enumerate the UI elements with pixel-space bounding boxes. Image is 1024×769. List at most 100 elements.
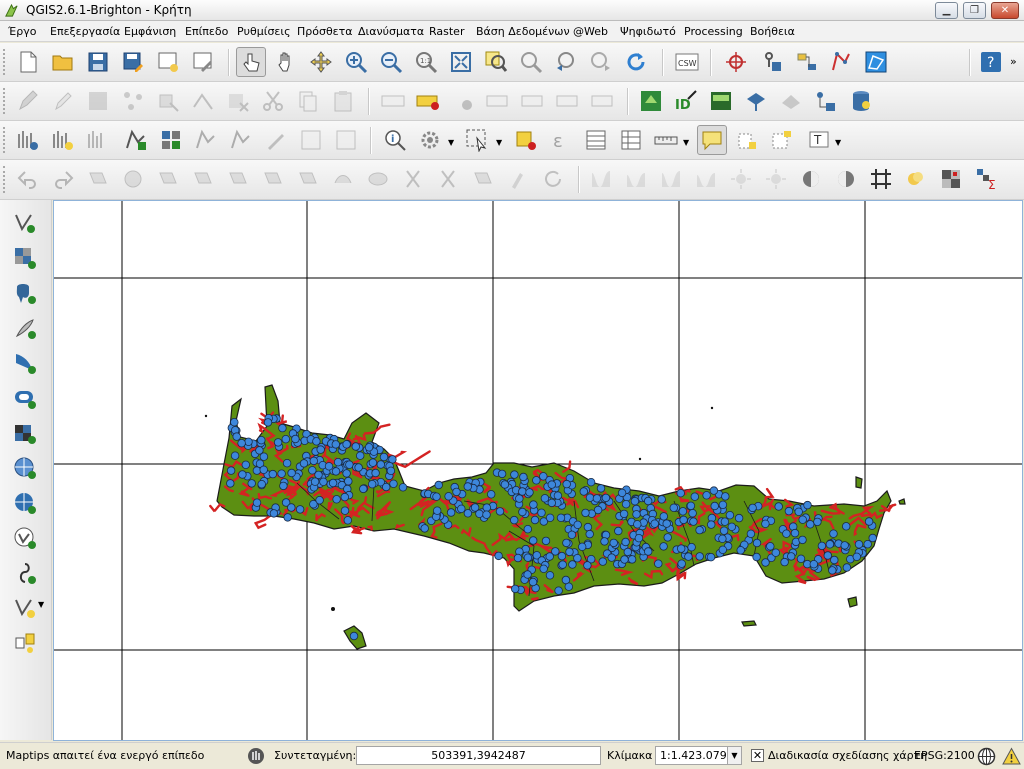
heat-map-layer-icon[interactable] <box>776 86 806 116</box>
remove-layer-icon[interactable] <box>296 125 326 155</box>
close-button[interactable]: ✕ <box>991 2 1019 19</box>
menu-raster[interactable]: Raster <box>429 25 464 38</box>
label-show-hide-icon[interactable] <box>448 86 478 116</box>
render-checkbox[interactable]: ✕ <box>751 749 764 762</box>
coordinate-field[interactable]: 503391,3942487 <box>356 746 601 765</box>
zoom-to-layer-icon[interactable] <box>516 47 546 77</box>
gpx-icon[interactable] <box>588 86 618 116</box>
coordinate-toggle-icon[interactable] <box>247 747 265 765</box>
refresh-icon[interactable] <box>621 47 651 77</box>
duplicate-layer-icon[interactable] <box>331 125 361 155</box>
new-gpx-icon[interactable] <box>156 125 186 155</box>
field-calculator-icon[interactable] <box>261 125 291 155</box>
transparency-icon[interactable] <box>796 164 826 194</box>
simplify-icon[interactable] <box>118 164 148 194</box>
new-memory-icon[interactable] <box>191 125 221 155</box>
grid-icon[interactable] <box>866 164 896 194</box>
add-wms-icon[interactable] <box>10 453 40 483</box>
minimize-button[interactable]: ▁ <box>935 2 958 19</box>
offset-curve-icon[interactable] <box>363 164 393 194</box>
menu-plugins[interactable]: Πρόσθετα <box>297 25 353 38</box>
maximize-button[interactable]: ❐ <box>963 2 986 19</box>
zoom-actual-icon[interactable]: 1:1 <box>411 47 441 77</box>
vector-digitize-icon[interactable] <box>826 47 856 77</box>
add-delimited-text-icon[interactable] <box>10 558 40 588</box>
copy-features-icon[interactable] <box>293 86 323 116</box>
run-action-dropdown-icon[interactable]: ▼ <box>448 138 454 147</box>
redo-icon[interactable] <box>48 164 78 194</box>
zoom-out-icon[interactable] <box>376 47 406 77</box>
toggle-editing-icon[interactable] <box>48 86 78 116</box>
delete-ring-icon[interactable] <box>258 164 288 194</box>
menu-help[interactable]: Βοήθεια <box>750 25 795 38</box>
run-action-icon[interactable] <box>415 125 445 155</box>
show-bookmarks-icon[interactable] <box>767 125 797 155</box>
new-layer-dropdown-icon[interactable]: ▼ <box>38 600 44 609</box>
deselect-icon[interactable] <box>511 125 541 155</box>
crs-globe-icon[interactable] <box>977 747 996 766</box>
menu-project[interactable]: Έργο <box>8 25 36 38</box>
toolbar-handle[interactable] <box>3 166 7 193</box>
delete-part-icon[interactable] <box>293 164 323 194</box>
plugin-icon[interactable] <box>792 47 822 77</box>
statistics-icon[interactable] <box>616 125 646 155</box>
messages-warning-icon[interactable] <box>1002 747 1021 766</box>
brightness-icon[interactable] <box>726 164 756 194</box>
add-wcs-icon[interactable] <box>10 488 40 518</box>
gamma-icon[interactable] <box>831 164 861 194</box>
raster-calculator-icon[interactable] <box>936 164 966 194</box>
toolbar-handle[interactable] <box>3 88 7 114</box>
zonal-stats-icon[interactable]: Σ <box>972 164 1002 194</box>
measure-dropdown-icon[interactable]: ▼ <box>683 138 689 147</box>
raster-stretch-icon[interactable] <box>621 164 651 194</box>
menu-web[interactable]: @Web <box>573 25 608 38</box>
toolbar-handle[interactable] <box>3 127 7 153</box>
rotate-point-symbols-icon[interactable] <box>538 164 568 194</box>
current-edits-icon[interactable] <box>13 86 43 116</box>
attribute-table-icon[interactable] <box>581 125 611 155</box>
terrain-icon[interactable]: ID <box>671 86 701 116</box>
label-rotate-icon[interactable] <box>518 86 548 116</box>
add-spatialite-icon[interactable] <box>10 313 40 343</box>
help-icon[interactable]: ? <box>976 47 1006 77</box>
zoom-last-icon[interactable] <box>551 47 581 77</box>
add-oracle-icon[interactable] <box>10 383 40 413</box>
add-db2-icon[interactable] <box>10 418 40 448</box>
open-project-icon[interactable] <box>48 47 78 77</box>
save-as-icon[interactable] <box>118 47 148 77</box>
raster-histogram-icon[interactable] <box>586 164 616 194</box>
text-annotation-icon[interactable]: T <box>804 125 834 155</box>
epsg-button[interactable]: EPSG:2100 <box>914 749 975 762</box>
zoom-full-icon[interactable] <box>446 47 476 77</box>
reshape-icon[interactable] <box>328 164 358 194</box>
touch-icon[interactable] <box>236 47 266 77</box>
save-project-icon[interactable] <box>83 47 113 77</box>
select-icon[interactable] <box>462 125 492 155</box>
toolbar-overflow-chevron-icon[interactable]: » <box>1010 55 1017 68</box>
new-print-composer-icon[interactable] <box>153 47 183 77</box>
cut-features-icon[interactable] <box>258 86 288 116</box>
add-wfs-icon[interactable] <box>10 523 40 553</box>
expression-icon[interactable]: ε <box>546 125 576 155</box>
menu-mesh[interactable]: Ψηφιδωτό <box>620 25 676 38</box>
new-shapefile-icon[interactable] <box>83 125 113 155</box>
new-bookmark-icon[interactable] <box>732 125 762 155</box>
db-manager-tree-icon[interactable] <box>811 86 841 116</box>
undo-icon[interactable] <box>13 164 43 194</box>
virtual-layer-icon[interactable] <box>636 86 666 116</box>
menu-processing[interactable]: Processing <box>684 25 743 38</box>
scale-dropdown-icon[interactable]: ▼ <box>727 747 741 764</box>
zoom-to-selection-icon[interactable] <box>481 47 511 77</box>
add-raster-icon[interactable] <box>13 125 43 155</box>
merge-features-icon[interactable] <box>468 164 498 194</box>
new-virtual-icon[interactable] <box>226 125 256 155</box>
pan-to-selection-icon[interactable] <box>306 47 336 77</box>
spatial-bookmark-icon[interactable] <box>706 86 736 116</box>
fill-ring-icon[interactable] <box>223 164 253 194</box>
csw-icon[interactable]: CSW <box>672 47 702 77</box>
zoom-in-icon[interactable] <box>341 47 371 77</box>
new-vector-layer-icon[interactable] <box>10 593 40 623</box>
add-vector-icon[interactable] <box>48 125 78 155</box>
identify-icon[interactable]: i <box>380 125 410 155</box>
add-vector-layer-icon[interactable] <box>10 208 40 238</box>
